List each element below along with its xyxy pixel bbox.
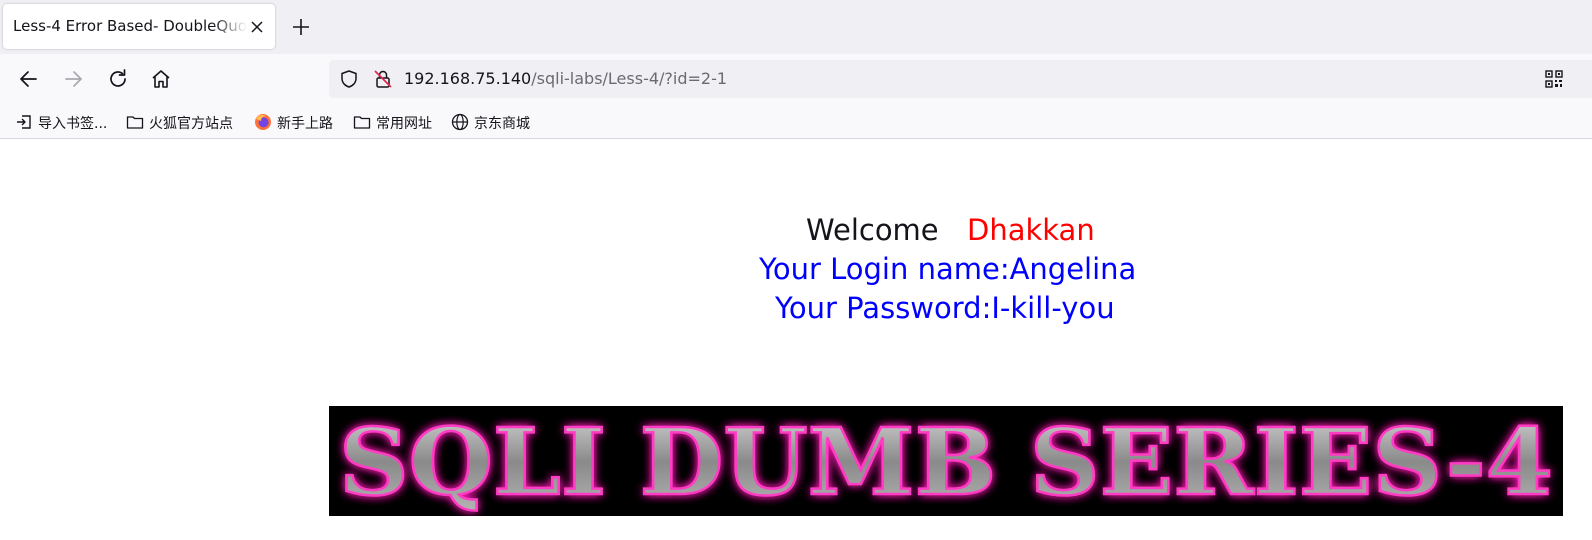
url-path: /sqli-labs/Less-4/?id=2-1 — [531, 69, 728, 88]
bookmark-label: 常用网址 — [376, 116, 432, 132]
url-bar[interactable]: 192.168.75.140/sqli-labs/Less-4/?id=2-1 — [329, 60, 1592, 98]
shield-icon[interactable] — [339, 69, 359, 89]
banner-text: SQLI DUMB SERIES-4 — [339, 408, 1553, 516]
bookmark-jd[interactable]: 京东商城 — [451, 111, 537, 133]
globe-icon — [451, 113, 469, 131]
bookmarks-toolbar: 导入书签... 火狐官方站点 新手上路 常用网址 京东商城 — [0, 104, 1592, 139]
folder-icon — [353, 116, 371, 129]
bookmark-common-sites[interactable]: 常用网址 — [353, 111, 439, 133]
qr-code-icon[interactable] — [1544, 69, 1564, 89]
active-tab[interactable]: Less-4 Error Based- DoubleQuotes — [3, 4, 275, 49]
firefox-icon — [255, 114, 271, 130]
close-icon[interactable] — [247, 17, 267, 37]
bookmark-firefox-official[interactable]: 火狐官方站点 — [126, 111, 242, 133]
plus-icon[interactable] — [290, 16, 312, 38]
banner-logo: SQLI DUMB SERIES-4 SQLI DUMB SERIES-4 — [338, 407, 1555, 518]
username-highlight: Dhakkan — [967, 213, 1095, 247]
page-content: Welcome Dhakkan Your Login name:Angelina… — [0, 139, 1592, 540]
bookmark-label: 火狐官方站点 — [149, 116, 233, 132]
reload-icon[interactable] — [105, 66, 131, 92]
bookmark-label: 新手上路 — [277, 116, 333, 132]
series-banner-image: SQLI DUMB SERIES-4 SQLI DUMB SERIES-4 — [329, 406, 1563, 518]
password-text: Your Password:I-kill-you — [775, 291, 1115, 325]
bookmark-import[interactable]: 导入书签... — [15, 111, 115, 133]
tab-title: Less-4 Error Based- DoubleQuotes — [13, 17, 247, 35]
bookmark-label: 导入书签... — [38, 116, 108, 132]
bookmark-label: 京东商城 — [474, 116, 530, 132]
login-name-text: Your Login name:Angelina — [759, 252, 1137, 286]
tab-strip: Less-4 Error Based- DoubleQuotes — [0, 0, 1592, 54]
welcome-text: Welcome — [806, 213, 939, 247]
url-text[interactable]: 192.168.75.140/sqli-labs/Less-4/?id=2-1 — [404, 69, 727, 88]
home-icon[interactable] — [148, 66, 174, 92]
arrow-right-icon[interactable] — [60, 66, 86, 92]
bookmark-getting-started[interactable]: 新手上路 — [254, 111, 342, 133]
nav-bar: 192.168.75.140/sqli-labs/Less-4/?id=2-1 — [0, 54, 1592, 104]
insecure-lock-icon[interactable] — [372, 68, 394, 90]
folder-icon — [126, 116, 144, 129]
url-host: 192.168.75.140 — [404, 69, 532, 88]
import-icon — [17, 115, 31, 129]
arrow-left-icon[interactable] — [16, 66, 42, 92]
